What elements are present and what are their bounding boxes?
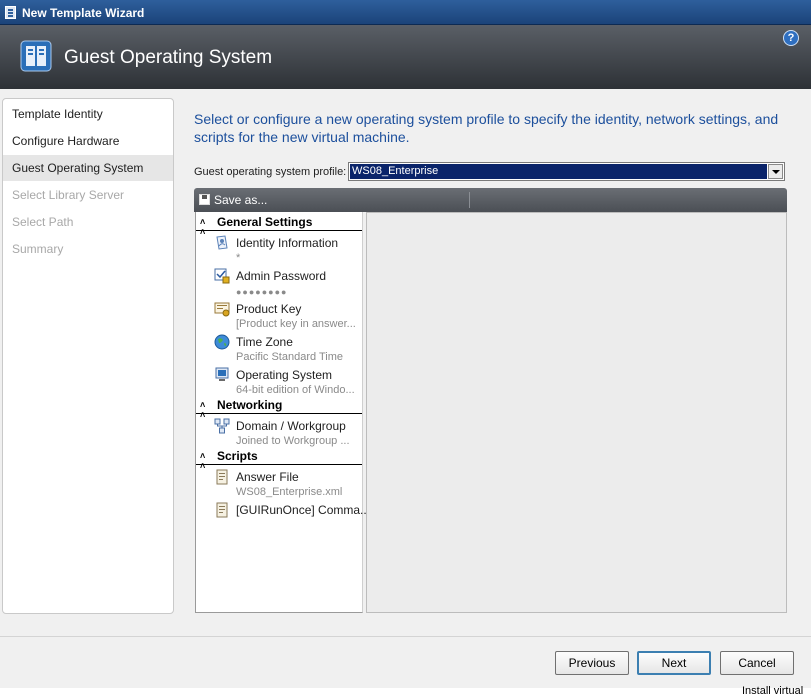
setting-value: Joined to Workgroup ...: [236, 435, 350, 447]
dropdown-arrow-icon[interactable]: [768, 164, 783, 179]
wizard-steps-nav: Template Identity Configure Hardware Gue…: [2, 98, 174, 614]
profile-label: Guest operating system profile:: [194, 166, 347, 178]
nav-item-configure-hardware[interactable]: Configure Hardware: [3, 128, 173, 154]
script-icon: [216, 469, 228, 485]
setting-value: [Product key in answer...: [236, 318, 356, 330]
nav-item-guest-os[interactable]: Guest Operating System: [3, 155, 173, 181]
os-icon: [215, 367, 229, 381]
nav-item-select-library-server: Select Library Server: [12, 188, 125, 202]
instructions-text: Select or configure a new operating syst…: [194, 111, 779, 145]
nav-item-summary: Summary: [12, 242, 64, 256]
network-icon: [214, 418, 230, 434]
background-window-text: Install virtual: [742, 685, 804, 695]
setting-name: [GUIRunOnce] Comma...: [236, 503, 371, 517]
window-titlebar[interactable]: New Template Wizard: [0, 0, 811, 25]
setting-name: Identity Information: [236, 236, 339, 250]
background-window-peek: Install virtual: [0, 685, 811, 695]
section-title: General Settings: [217, 215, 313, 229]
setting-name: Operating System: [236, 368, 333, 382]
profile-dropdown[interactable]: WS08_Enterprise: [348, 162, 785, 181]
toolbar-separator: [469, 192, 470, 208]
save-as-button[interactable]: Save as...: [214, 193, 267, 207]
window-menu-icon[interactable]: [5, 6, 16, 19]
script-icon: [216, 502, 228, 518]
cancel-button[interactable]: Cancel: [720, 651, 794, 675]
setting-value: 64-bit edition of Windo...: [236, 384, 355, 396]
page-title: Guest Operating System: [64, 47, 273, 68]
help-icon[interactable]: ?: [783, 30, 799, 46]
setting-answer-file[interactable]: Answer File WS08_Enterprise.xml: [196, 468, 362, 501]
product-key-icon: [214, 302, 230, 317]
previous-button[interactable]: Previous: [555, 651, 629, 675]
setting-identity-information[interactable]: Identity Information *: [196, 234, 362, 267]
setting-domain-workgroup[interactable]: Domain / Workgroup Joined to Workgroup .…: [196, 417, 362, 450]
globe-icon: [214, 334, 230, 350]
password-icon: [214, 268, 230, 284]
profile-selected-value: WS08_Enterprise: [350, 164, 767, 179]
settings-list: ˄ ˄ General Settings Identity Information…: [195, 212, 370, 613]
section-scripts[interactable]: ˄ ˄ Scripts: [196, 448, 362, 471]
wizard-banner: Guest Operating System ?: [0, 25, 811, 89]
window-title: New Template Wizard: [22, 6, 145, 20]
nav-item-select-path: Select Path: [12, 215, 74, 229]
identity-icon: [216, 235, 228, 250]
setting-product-key[interactable]: Product Key [Product key in answer...: [196, 300, 362, 333]
setting-name: Product Key: [236, 302, 302, 316]
next-button[interactable]: Next: [637, 651, 711, 675]
setting-admin-password[interactable]: Admin Password ●●●●●●●●: [196, 267, 362, 300]
setting-guirunonce-commands[interactable]: [GUIRunOnce] Comma...: [196, 501, 370, 534]
setting-value: WS08_Enterprise.xml: [236, 486, 343, 498]
settings-toolbar: Save as...: [194, 188, 787, 212]
section-title: Scripts: [217, 449, 258, 463]
setting-value: ●●●●●●●●: [236, 287, 288, 297]
setting-name: Time Zone: [236, 335, 293, 349]
section-general-settings[interactable]: ˄ ˄ General Settings: [196, 214, 362, 237]
setting-name: Admin Password: [236, 269, 327, 283]
setting-value: *: [236, 252, 241, 264]
setting-name: Domain / Workgroup: [236, 419, 346, 433]
section-title: Networking: [217, 398, 283, 412]
section-networking[interactable]: ˄ ˄ Networking: [196, 397, 362, 420]
setting-name: Answer File: [236, 470, 299, 484]
setting-detail-panel: [366, 212, 787, 613]
wizard-page-icon: [20, 40, 52, 72]
setting-operating-system[interactable]: Operating System 64-bit edition of Windo…: [196, 366, 362, 399]
save-icon[interactable]: [199, 194, 210, 205]
setting-value: Pacific Standard Time: [236, 351, 343, 363]
nav-item-template-identity[interactable]: Template Identity: [3, 101, 173, 127]
setting-time-zone[interactable]: Time Zone Pacific Standard Time: [196, 333, 362, 366]
